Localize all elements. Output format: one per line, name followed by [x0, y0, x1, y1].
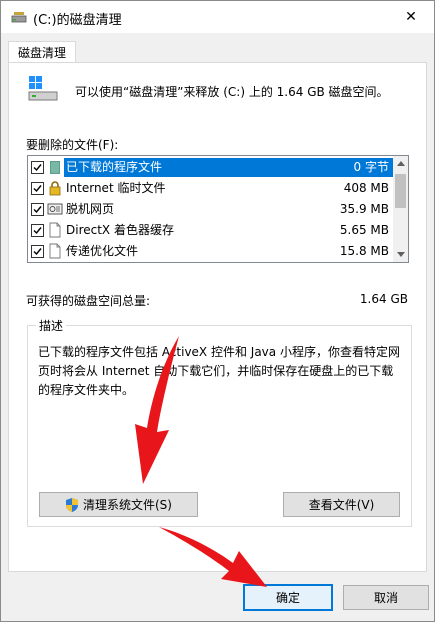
scroll-down-button[interactable]	[393, 247, 408, 262]
checkbox[interactable]	[31, 203, 44, 216]
file-label: Internet 临时文件	[66, 181, 166, 195]
document-icon	[49, 243, 61, 259]
checkmark-icon	[33, 206, 42, 214]
file-size: 408 MB	[343, 181, 389, 195]
total-space-value: 1.64 GB	[359, 292, 408, 306]
disk-cleanup-window: (C:)的磁盘清理 ✕ 磁盘清理 可以使用“磁盘清理”来释放 (C:) 上的 1…	[0, 0, 435, 622]
list-item[interactable]: 已下载的程序文件 0 字节	[28, 157, 393, 178]
total-space-label: 可获得的磁盘空间总量:	[26, 294, 151, 308]
files-list[interactable]: 已下载的程序文件 0 字节 Internet 临时文件 408 MB 脱机网页 …	[27, 155, 409, 263]
checkbox[interactable]	[31, 224, 44, 237]
window-title: (C:)的磁盘清理	[33, 13, 122, 28]
cancel-button[interactable]: 取消	[343, 585, 429, 610]
lock-icon	[49, 181, 61, 196]
uac-shield-icon	[66, 497, 78, 512]
close-icon: ✕	[405, 9, 417, 25]
files-to-delete-label: 要删除的文件(F):	[26, 138, 119, 152]
description-title: 描述	[36, 317, 67, 334]
view-files-label: 查看文件(V)	[308, 498, 375, 512]
title-bar: (C:)的磁盘清理 ✕	[1, 1, 434, 33]
document-icon	[49, 222, 61, 238]
ok-label: 确定	[275, 591, 300, 605]
file-size: 0 字节	[283, 158, 393, 177]
list-item[interactable]: DirectX 着色器缓存 5.65 MB	[28, 220, 393, 241]
drive-icon	[28, 76, 58, 101]
summary-text: 可以使用“磁盘清理”来释放 (C:) 上的 1.64 GB 磁盘空间。	[75, 85, 389, 99]
cancel-label: 取消	[373, 591, 398, 605]
file-label: 传递优化文件	[66, 244, 139, 258]
tab-strip: 磁盘清理	[1, 33, 434, 64]
list-item[interactable]: Internet 临时文件 408 MB	[28, 178, 393, 199]
checkmark-icon	[33, 164, 42, 172]
clean-system-files-button[interactable]: 清理系统文件(S)	[39, 492, 198, 517]
scroll-up-button[interactable]	[393, 156, 408, 171]
tab-disk-cleanup[interactable]: 磁盘清理	[8, 41, 77, 64]
list-scrollbar[interactable]	[393, 156, 408, 262]
folder-green-icon	[50, 161, 60, 174]
tab-panel: 可以使用“磁盘清理”来释放 (C:) 上的 1.64 GB 磁盘空间。 要删除的…	[8, 62, 427, 572]
file-size: 5.65 MB	[339, 223, 389, 237]
checkbox[interactable]	[31, 161, 44, 174]
chevron-down-icon	[396, 252, 405, 257]
file-size: 15.8 MB	[339, 244, 389, 258]
file-label: 脱机网页	[66, 202, 115, 216]
checkmark-icon	[33, 248, 42, 256]
checkbox[interactable]	[31, 245, 44, 258]
close-button[interactable]: ✕	[388, 1, 434, 33]
checkbox[interactable]	[31, 182, 44, 195]
checkmark-icon	[33, 227, 42, 235]
checkmark-icon	[33, 185, 42, 193]
file-label: DirectX 着色器缓存	[66, 223, 174, 237]
disk-cleanup-app-icon	[11, 12, 27, 23]
ok-button[interactable]: 确定	[243, 584, 333, 611]
scroll-thumb[interactable]	[395, 174, 406, 208]
clean-system-files-label: 清理系统文件(S)	[83, 498, 172, 512]
description-text: 已下载的程序文件包括 ActiveX 控件和 Java 小程序，你查看特定网页时…	[38, 345, 400, 397]
view-files-button[interactable]: 查看文件(V)	[283, 492, 400, 517]
list-item[interactable]: 脱机网页 35.9 MB	[28, 199, 393, 220]
file-size: 35.9 MB	[339, 202, 389, 216]
offline-pages-icon	[47, 203, 63, 215]
chevron-up-icon	[396, 161, 405, 166]
list-item[interactable]: 传递优化文件 15.8 MB	[28, 241, 393, 262]
